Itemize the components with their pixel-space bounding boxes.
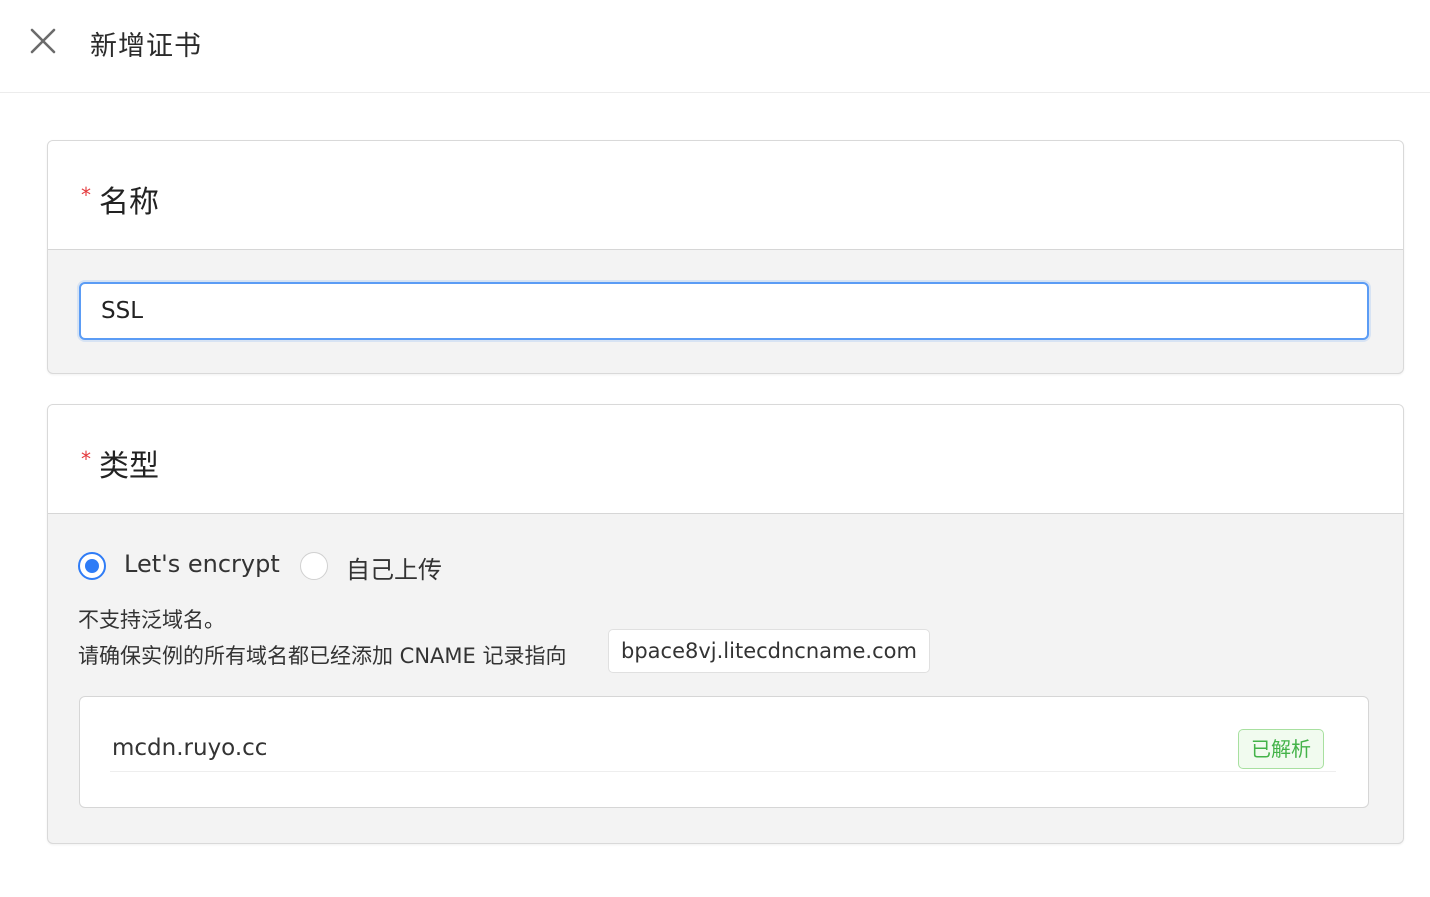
radio-lets-encrypt[interactable] [78, 552, 106, 580]
status-badge: 已解析 [1238, 729, 1324, 769]
name-card-body [48, 250, 1403, 373]
cname-target[interactable]: bpace8vj.litecdncname.com [608, 629, 930, 673]
type-card-header: * 类型 [48, 405, 1403, 514]
required-mark: * [81, 183, 91, 207]
domain-name: mcdn.ruyo.cc [112, 735, 268, 761]
close-button[interactable] [26, 24, 60, 58]
name-card-header: * 名称 [48, 141, 1403, 250]
name-card: * 名称 [47, 140, 1404, 374]
radio-label-self-upload[interactable]: 自己上传 [346, 550, 442, 585]
name-input[interactable] [79, 282, 1369, 340]
name-label: 名称 [99, 185, 159, 220]
type-card: * 类型 Let's encrypt 自己上传 不支持泛域名。 请确保实例的所有… [47, 404, 1404, 844]
list-item: mcdn.ruyo.cc 已解析 [110, 729, 1336, 772]
required-mark: * [81, 447, 91, 471]
cname-note: 请确保实例的所有域名都已经添加 CNAME 记录指向 [78, 644, 567, 668]
wildcard-note: 不支持泛域名。 [78, 608, 225, 632]
radio-self-upload[interactable] [300, 552, 328, 580]
radio-label-lets-encrypt[interactable]: Let's encrypt [124, 550, 280, 578]
page-title: 新增证书 [90, 31, 202, 62]
type-card-body: Let's encrypt 自己上传 不支持泛域名。 请确保实例的所有域名都已经… [48, 514, 1403, 843]
type-label: 类型 [99, 449, 159, 484]
close-icon [30, 28, 56, 54]
domain-list: mcdn.ruyo.cc 已解析 [79, 696, 1369, 808]
dialog-header: 新增证书 [0, 0, 1430, 93]
